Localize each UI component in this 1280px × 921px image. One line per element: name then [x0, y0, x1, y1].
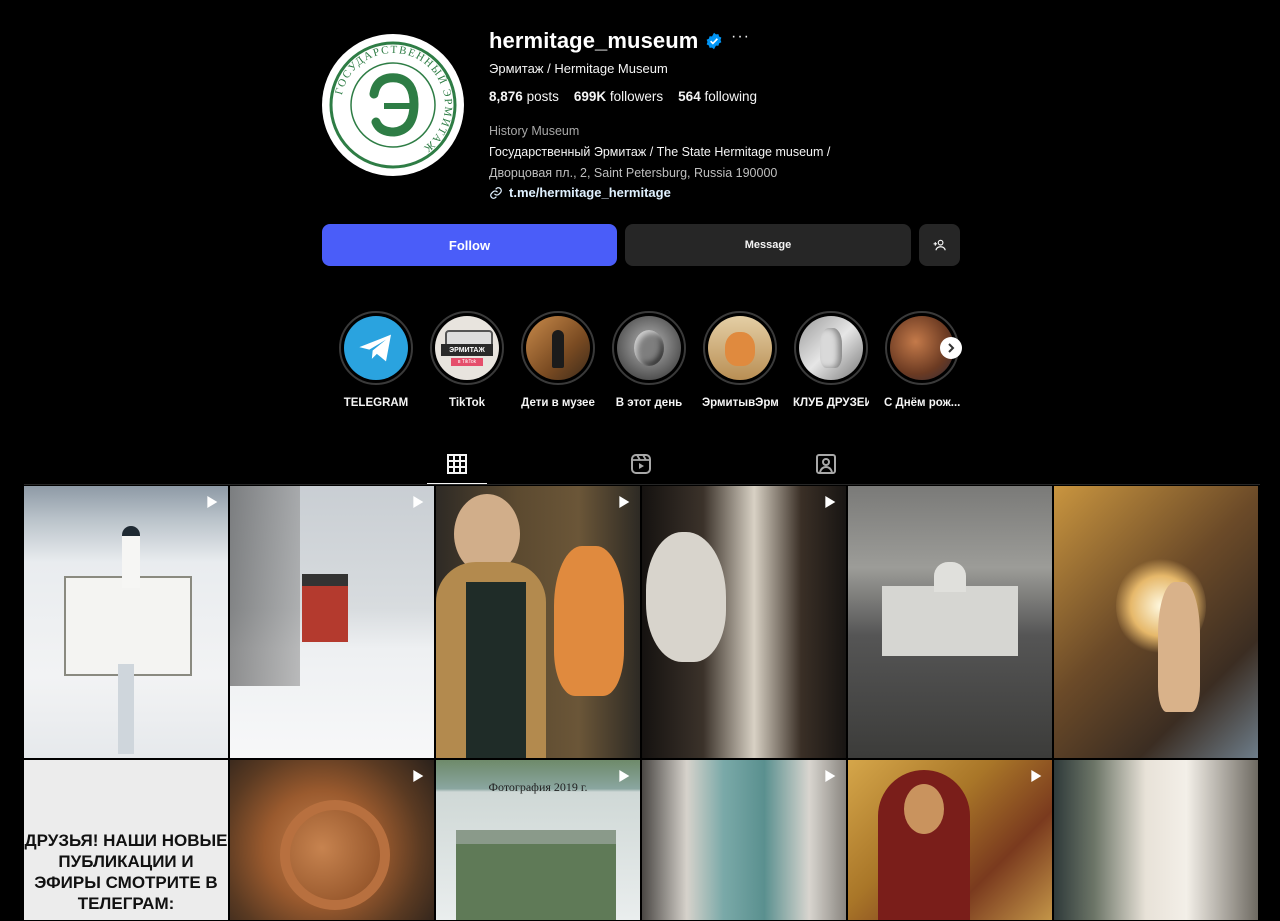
profile-category: History Museum: [489, 124, 580, 138]
highlight-label: ЭрмитывЭрм...: [702, 397, 778, 409]
post-tile[interactable]: [848, 760, 1052, 920]
tiktok-cover-image: ЭРМИТАЖ в TikTok: [435, 316, 499, 380]
highlight-telegram[interactable]: TELEGRAM: [338, 311, 414, 409]
highlights-next-button[interactable]: [940, 337, 962, 359]
post-tile[interactable]: Фотография 2019 г.: [436, 760, 640, 920]
profile-address: Дворцовая пл., 2, Saint Petersburg, Russ…: [489, 166, 778, 180]
posts-grid-icon[interactable]: [445, 452, 469, 476]
tiktok-cover-title: ЭРМИТАЖ: [441, 344, 493, 356]
post-overlay-text: ДРУЗЬЯ! НАШИ НОВЫЕ ПУБЛИКАЦИИ И ЭФИРЫ СМ…: [24, 831, 228, 913]
highlight-kids[interactable]: Дети в музее: [520, 311, 596, 409]
posts-grid: ДРУЗЬЯ! НАШИ НОВЫЕ ПУБЛИКАЦИИ И ЭФИРЫ СМ…: [24, 486, 1260, 920]
reel-badge-icon: [1031, 770, 1042, 782]
highlight-this-day[interactable]: В этот день: [611, 311, 687, 409]
reel-badge-icon: [413, 770, 424, 782]
post-tile[interactable]: [230, 760, 434, 920]
tabs-divider: [24, 484, 1260, 485]
followers-stat[interactable]: 699K followers: [574, 89, 663, 104]
reel-badge-icon: [825, 496, 836, 508]
post-tile[interactable]: ДРУЗЬЯ! НАШИ НОВЫЕ ПУБЛИКАЦИИ И ЭФИРЫ СМ…: [24, 760, 228, 920]
post-caption: Фотография 2019 г.: [488, 780, 588, 794]
profile-username: hermitage_museum: [489, 28, 699, 53]
tagged-icon[interactable]: [814, 452, 838, 476]
profile-avatar[interactable]: ГОСУДАРСТВЕННЫЙ ЭРМИТАЖ: [322, 34, 464, 176]
profile-link[interactable]: t.me/hermitage_hermitage: [489, 185, 671, 200]
reel-badge-icon: [825, 770, 836, 782]
profile-bio-line: Государственный Эрмитаж / The State Herm…: [489, 145, 831, 159]
post-tile[interactable]: [848, 486, 1052, 758]
profile-stats: 8,876 posts 699K followers 564 following: [489, 89, 757, 104]
active-tab-indicator: [427, 483, 487, 484]
suggest-similar-button[interactable]: [919, 224, 960, 266]
post-tile[interactable]: [230, 486, 434, 758]
reel-badge-icon: [619, 496, 630, 508]
kids-cover-image: [526, 316, 590, 380]
post-tile[interactable]: [24, 486, 228, 758]
message-button[interactable]: Message: [625, 224, 911, 266]
posts-stat: 8,876 posts: [489, 89, 559, 104]
highlight-label: В этот день: [615, 397, 683, 409]
tiktok-cover-subtitle: в TikTok: [451, 358, 483, 366]
chevron-right-icon: [948, 343, 955, 353]
highlight-friends-club[interactable]: КЛУБ ДРУЗЕЙ: [793, 311, 869, 409]
telegram-icon: [344, 316, 408, 380]
following-stat[interactable]: 564 following: [678, 89, 757, 104]
link-icon: [490, 186, 502, 199]
profile-full-name: Эрмитаж / Hermitage Museum: [489, 61, 668, 76]
highlight-birthday[interactable]: С Днём рож...: [884, 311, 962, 409]
more-options-button[interactable]: ···: [731, 28, 750, 46]
reel-badge-icon: [413, 496, 424, 508]
statue-cover-image: [799, 316, 863, 380]
highlight-label: С Днём рож...: [884, 397, 960, 409]
reel-badge-icon: [619, 770, 630, 782]
hermitage-logo: ГОСУДАРСТВЕННЫЙ ЭРМИТАЖ: [329, 41, 457, 169]
post-tile[interactable]: [1054, 486, 1258, 758]
highlight-label: Дети в музее: [521, 397, 595, 409]
reels-icon[interactable]: [629, 452, 653, 476]
add-person-icon: [933, 239, 946, 251]
highlight-label: КЛУБ ДРУЗЕЙ: [793, 397, 869, 409]
post-tile[interactable]: [436, 486, 640, 758]
profile-link-text[interactable]: t.me/hermitage_hermitage: [509, 185, 671, 200]
highlight-cats[interactable]: ЭрмитывЭрм...: [702, 311, 778, 409]
cat-cover-image: [708, 316, 772, 380]
verified-badge-icon: [706, 32, 722, 50]
highlight-tiktok[interactable]: ЭРМИТАЖ в TikTok TikTok: [429, 311, 505, 409]
highlight-label: TELEGRAM: [343, 397, 409, 409]
post-tile[interactable]: [642, 760, 846, 920]
highlight-label: TikTok: [449, 397, 485, 409]
medal-cover-image: [617, 316, 681, 380]
follow-button[interactable]: Follow: [322, 224, 617, 266]
post-tile[interactable]: [1054, 760, 1258, 920]
reel-badge-icon: [207, 496, 218, 508]
post-tile[interactable]: [642, 486, 846, 758]
